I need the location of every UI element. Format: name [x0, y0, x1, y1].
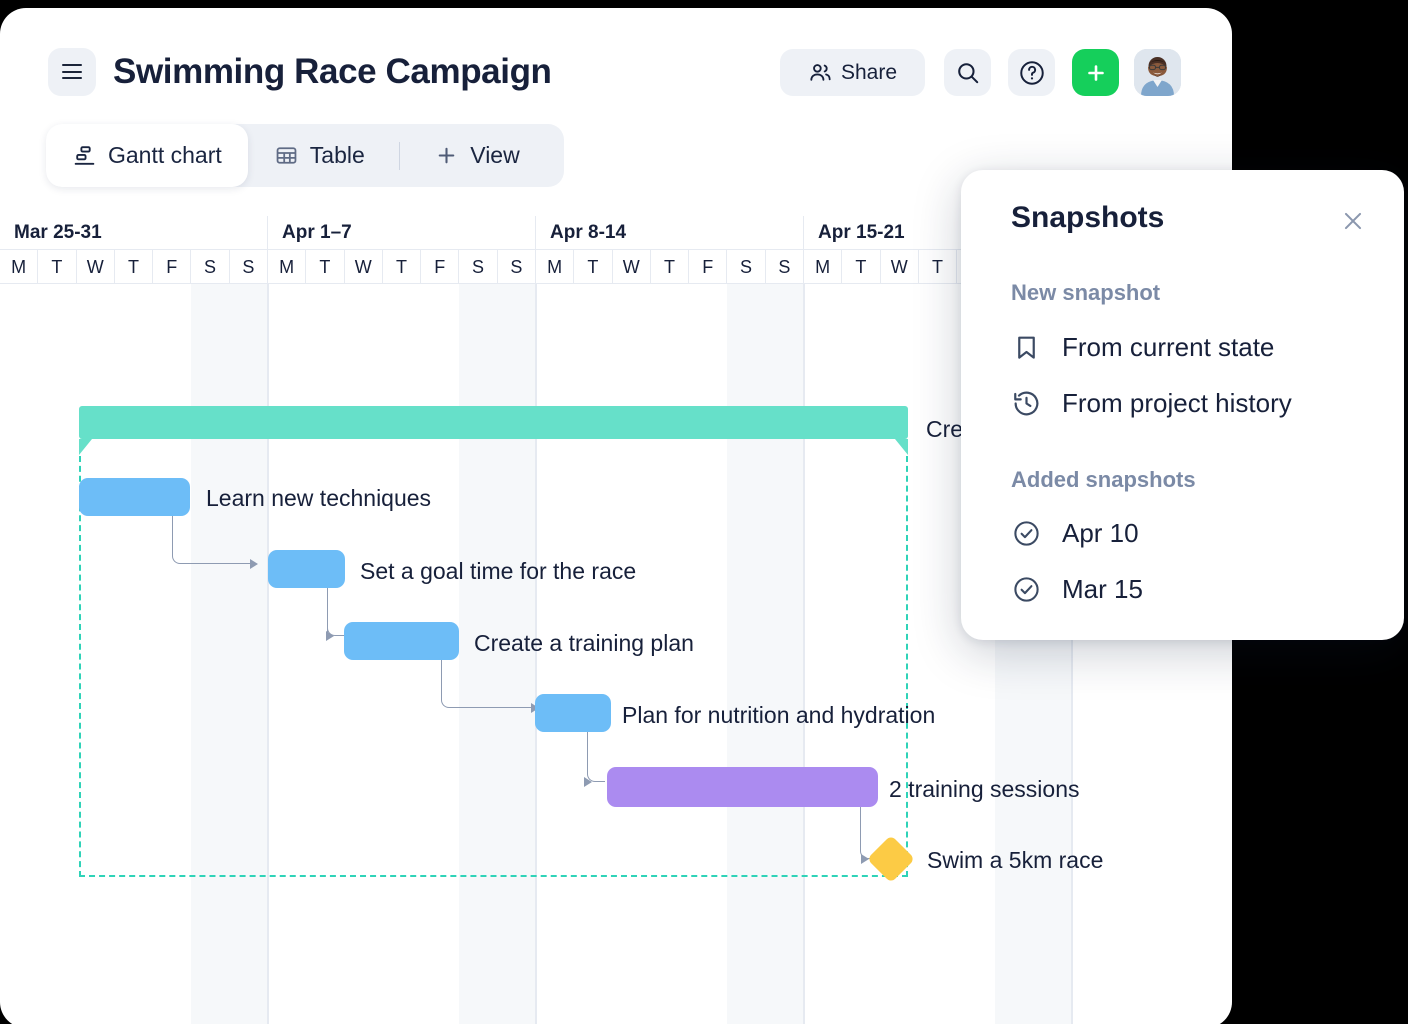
- help-button[interactable]: [1008, 49, 1055, 96]
- dependency-arrow: [584, 777, 592, 787]
- page-title: Swimming Race Campaign: [113, 48, 552, 96]
- screen-root: Swimming Race Campaign Share: [0, 0, 1408, 1024]
- check-circle-icon: [1011, 518, 1042, 549]
- share-button[interactable]: Share: [780, 49, 925, 96]
- close-x-icon: [1340, 208, 1366, 234]
- snapshot-apr-10[interactable]: Apr 10: [1011, 518, 1139, 549]
- snapshot-item-label: Mar 15: [1062, 574, 1143, 605]
- summary-bar-tail-right: [895, 439, 908, 455]
- tab-view-label: View: [470, 142, 519, 169]
- task-label-learn-new-techniques: Learn new techniques: [206, 484, 431, 512]
- hamburger-menu-icon[interactable]: [48, 48, 96, 96]
- question-mark-circle-icon: [1018, 59, 1046, 87]
- task-bar-create-training-plan[interactable]: [344, 622, 459, 660]
- snapshot-from-current-state[interactable]: From current state: [1011, 332, 1274, 363]
- snapshots-panel: Snapshots New snapshot From current stat…: [961, 170, 1404, 640]
- tab-table-label: Table: [310, 142, 365, 169]
- people-icon: [808, 60, 833, 85]
- history-clock-icon: [1011, 388, 1042, 419]
- avatar-image: [1134, 49, 1181, 96]
- tab-divider: [399, 142, 401, 170]
- task-label-swim-5km-race: Swim a 5km race: [927, 846, 1103, 874]
- search-icon: [955, 60, 981, 86]
- tab-table[interactable]: Table: [248, 124, 391, 187]
- task-bar-2-training-sessions[interactable]: [607, 767, 878, 807]
- task-bar-learn-new-techniques[interactable]: [79, 478, 190, 516]
- menu-line: [62, 77, 82, 79]
- summary-bar-create[interactable]: [79, 406, 908, 439]
- dependency-link: [587, 732, 605, 782]
- snapshot-item-label: Apr 10: [1062, 518, 1139, 549]
- added-snapshots-section-label: Added snapshots: [1011, 467, 1196, 493]
- close-button[interactable]: [1340, 208, 1366, 234]
- task-bar-plan-nutrition-hydration[interactable]: [535, 694, 611, 732]
- task-label-create-training-plan: Create a training plan: [474, 629, 694, 657]
- menu-line: [62, 71, 82, 73]
- dependency-arrow: [861, 854, 869, 864]
- tab-gantt-chart[interactable]: Gantt chart: [46, 124, 248, 187]
- view-tabbar: Gantt chart Table View: [46, 124, 564, 187]
- snapshot-item-label: From project history: [1062, 388, 1292, 419]
- plus-icon: [1084, 61, 1108, 85]
- task-label-2-training-sessions: 2 training sessions: [889, 775, 1080, 803]
- add-button[interactable]: [1072, 49, 1119, 96]
- task-bar-set-goal-time[interactable]: [268, 550, 345, 588]
- dependency-arrow: [250, 559, 258, 569]
- task-label-set-goal-time: Set a goal time for the race: [360, 557, 636, 585]
- summary-bar-tail-left: [79, 439, 92, 455]
- snapshot-item-label: From current state: [1062, 332, 1274, 363]
- task-label-plan-nutrition-hydration: Plan for nutrition and hydration: [622, 701, 935, 729]
- search-button[interactable]: [944, 49, 991, 96]
- plus-icon: [434, 143, 459, 168]
- new-snapshot-section-label: New snapshot: [1011, 280, 1160, 306]
- gantt-chart-icon: [72, 143, 97, 168]
- snapshot-from-project-history[interactable]: From project history: [1011, 388, 1292, 419]
- check-circle-icon: [1011, 574, 1042, 605]
- dependency-link: [441, 660, 531, 708]
- table-grid-icon: [274, 143, 299, 168]
- tab-gantt-label: Gantt chart: [108, 142, 222, 169]
- avatar[interactable]: [1134, 49, 1181, 96]
- bookmark-icon: [1011, 332, 1042, 363]
- app-header: Swimming Race Campaign Share: [0, 8, 1232, 116]
- snapshots-title: Snapshots: [1011, 201, 1164, 235]
- dependency-arrow: [326, 631, 334, 641]
- tab-add-view[interactable]: View: [408, 124, 545, 187]
- share-label: Share: [841, 61, 897, 85]
- snapshot-mar-15[interactable]: Mar 15: [1011, 574, 1143, 605]
- menu-line: [62, 64, 82, 66]
- dependency-link: [172, 516, 250, 564]
